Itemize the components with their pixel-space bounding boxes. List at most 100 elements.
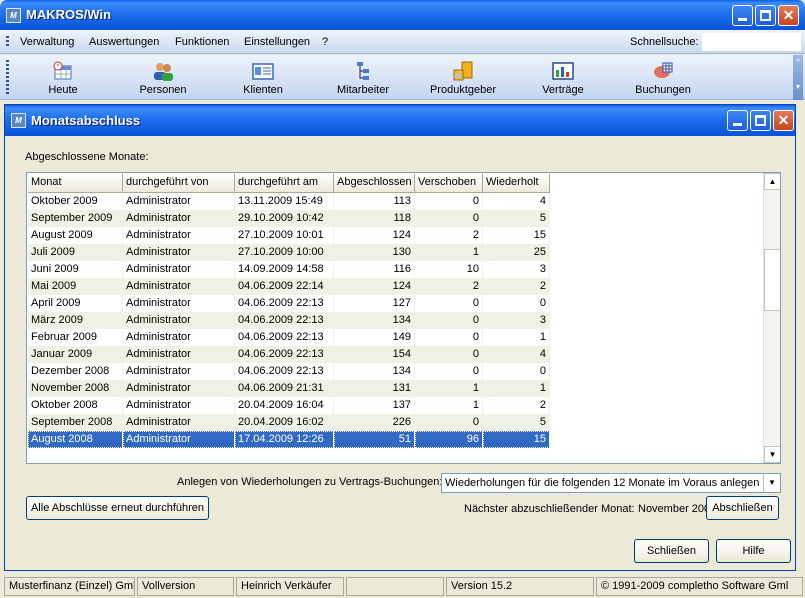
- table-row[interactable]: Juni 2009 Administrator 14.09.2009 14:58 11…: [28, 261, 550, 278]
- table-body: Oktober 2009 Administrator 13.11.2009 15:4…: [28, 193, 550, 448]
- toolbar-vertraege-button[interactable]: Verträge: [518, 57, 608, 97]
- people-icon: [154, 63, 173, 81]
- cell-durchgefuehrt-von: Administrator: [123, 278, 235, 295]
- minimize-button[interactable]: [732, 5, 753, 26]
- menu-auswertungen[interactable]: Auswertungen: [89, 36, 159, 48]
- table-row[interactable]: Oktober 2009 Administrator 13.11.2009 15:4…: [28, 193, 550, 210]
- cell-durchgefuehrt-von: Administrator: [123, 414, 235, 431]
- bar-chart-icon: [552, 62, 574, 80]
- contact-card-icon: [252, 63, 274, 80]
- schliessen-button[interactable]: Schließen: [634, 539, 709, 563]
- cell-abgeschlossen: 118: [334, 210, 415, 227]
- toolbar-overflow-button[interactable]: » ▾: [793, 55, 803, 100]
- table-row[interactable]: Dezember 2008 Administrator 04.06.2009 22:…: [28, 363, 550, 380]
- dialog-minimize-button[interactable]: [727, 110, 748, 131]
- toolbar-heute-button[interactable]: Heute: [18, 57, 108, 97]
- anlegen-wiederholungen-select[interactable]: Wiederholungen für die folgenden 12 Mona…: [441, 473, 781, 493]
- cell-abgeschlossen: 134: [334, 312, 415, 329]
- app-title-bar[interactable]: M MAKROS/Win ✕: [0, 0, 805, 30]
- cell-durchgefuehrt-am: 04.06.2009 22:13: [235, 363, 334, 380]
- scroll-down-arrow-icon[interactable]: ▼: [764, 446, 780, 463]
- cell-durchgefuehrt-von: Administrator: [123, 227, 235, 244]
- toolbar-heute-label: Heute: [48, 84, 78, 96]
- table-row[interactable]: März 2009 Administrator 04.06.2009 22:13 13…: [28, 312, 550, 329]
- table-row[interactable]: Mai 2009 Administrator 04.06.2009 22:14 124…: [28, 278, 550, 295]
- completed-months-table[interactable]: Monat durchgeführt von durchgeführt am A…: [26, 172, 781, 464]
- cell-durchgefuehrt-am: 13.11.2009 15:49: [235, 193, 334, 210]
- table-row[interactable]: Juli 2009 Administrator 27.10.2009 10:00 13…: [28, 244, 550, 261]
- toolbar-personen-button[interactable]: Personen: [118, 57, 208, 97]
- cell-abgeschlossen: 137: [334, 397, 415, 414]
- status-license: Vollversion: [137, 577, 234, 596]
- hilfe-button[interactable]: Hilfe: [716, 539, 791, 563]
- table-row[interactable]: Oktober 2008 Administrator 20.04.2009 16:0…: [28, 397, 550, 414]
- menu-funktionen[interactable]: Funktionen: [175, 36, 229, 48]
- scroll-up-arrow-icon[interactable]: ▲: [764, 173, 780, 190]
- dialog-title-bar[interactable]: M Monatsabschluss ✕: [5, 105, 795, 136]
- cell-durchgefuehrt-von: Administrator: [123, 380, 235, 397]
- completed-months-label: Abgeschlossene Monate:: [25, 151, 149, 163]
- status-copyright: © 1991-2009 completho Software Gml: [596, 577, 803, 596]
- cell-durchgefuehrt-von: Administrator: [123, 346, 235, 363]
- chevron-down-icon[interactable]: ▼: [763, 474, 780, 492]
- toolbar-grip[interactable]: [6, 60, 9, 94]
- menu-grip[interactable]: [6, 36, 9, 48]
- column-header-abgeschlossen[interactable]: Abgeschlossen: [334, 174, 415, 193]
- table-vertical-scrollbar[interactable]: ▲ ▼: [763, 173, 780, 463]
- column-header-durchgefuehrt-von[interactable]: durchgeführt von: [123, 174, 235, 193]
- toolbar-buchungen-button[interactable]: Buchungen: [618, 57, 708, 97]
- table-row[interactable]: April 2009 Administrator 04.06.2009 22:13 1…: [28, 295, 550, 312]
- menu-verwaltung[interactable]: Verwaltung: [20, 36, 74, 48]
- maximize-button[interactable]: [755, 5, 776, 26]
- table-row[interactable]: September 2008 Administrator 20.04.2009 16…: [28, 414, 550, 431]
- table-row[interactable]: August 2008 Administrator 17.04.2009 12:26…: [28, 431, 550, 448]
- toolbar-produktgeber-button[interactable]: Produktgeber: [418, 57, 508, 97]
- cell-monat: Mai 2009: [28, 278, 123, 295]
- column-header-monat[interactable]: Monat: [28, 174, 123, 193]
- quicksearch-input[interactable]: [702, 33, 801, 51]
- toolbar-klienten-button[interactable]: Klienten: [218, 57, 308, 97]
- close-window-button[interactable]: ✕: [778, 5, 799, 26]
- table-row[interactable]: September 2009 Administrator 29.10.2009 10…: [28, 210, 550, 227]
- menu-einstellungen[interactable]: Einstellungen: [244, 36, 310, 48]
- anlegen-wiederholungen-label: Anlegen von Wiederholungen zu Vertrags-B…: [177, 476, 443, 488]
- cell-durchgefuehrt-am: 27.10.2009 10:00: [235, 244, 334, 261]
- dialog-maximize-button[interactable]: [750, 110, 771, 131]
- status-version: Version 15.2: [446, 577, 594, 596]
- cell-abgeschlossen: 124: [334, 278, 415, 295]
- cell-wiederholt: 3: [483, 312, 550, 329]
- dialog-close-icon-button[interactable]: ✕: [773, 110, 794, 131]
- table-row[interactable]: August 2009 Administrator 27.10.2009 10:01…: [28, 227, 550, 244]
- cell-monat: März 2009: [28, 312, 123, 329]
- cell-verschoben: 0: [415, 193, 483, 210]
- org-chart-icon: [357, 62, 369, 80]
- table-row[interactable]: Februar 2009 Administrator 04.06.2009 22:1…: [28, 329, 550, 346]
- cell-wiederholt: 1: [483, 380, 550, 397]
- column-header-wiederholt[interactable]: Wiederholt: [483, 174, 550, 193]
- cell-durchgefuehrt-am: 20.04.2009 16:04: [235, 397, 334, 414]
- cell-abgeschlossen: 154: [334, 346, 415, 363]
- menu-help[interactable]: ?: [322, 36, 328, 48]
- cell-durchgefuehrt-am: 04.06.2009 22:13: [235, 346, 334, 363]
- abschliessen-button[interactable]: Abschließen: [706, 496, 779, 520]
- toolbar-mitarbeiter-button[interactable]: Mitarbeiter: [318, 57, 408, 97]
- menu-bar: Verwaltung Auswertungen Funktionen Einst…: [0, 30, 805, 54]
- cell-monat: Februar 2009: [28, 329, 123, 346]
- cell-wiederholt: 3: [483, 261, 550, 278]
- column-header-durchgefuehrt-am[interactable]: durchgeführt am: [235, 174, 334, 193]
- cell-wiederholt: 2: [483, 397, 550, 414]
- toolbar-mitarbeiter-label: Mitarbeiter: [337, 84, 389, 96]
- table-row[interactable]: Januar 2009 Administrator 04.06.2009 22:13…: [28, 346, 550, 363]
- cell-durchgefuehrt-von: Administrator: [123, 261, 235, 278]
- table-row[interactable]: November 2008 Administrator 04.06.2009 21:…: [28, 380, 550, 397]
- cell-abgeschlossen: 131: [334, 380, 415, 397]
- cell-monat: November 2008: [28, 380, 123, 397]
- column-header-verschoben[interactable]: Verschoben: [415, 174, 483, 193]
- cell-wiederholt: 1: [483, 329, 550, 346]
- dialog-title: Monatsabschluss: [31, 113, 141, 128]
- cell-wiederholt: 5: [483, 210, 550, 227]
- cell-durchgefuehrt-am: 17.04.2009 12:26: [235, 431, 334, 448]
- redo-all-closings-button[interactable]: Alle Abschlüsse erneut durchführen: [26, 496, 209, 520]
- scroll-thumb[interactable]: [764, 249, 780, 311]
- cell-durchgefuehrt-von: Administrator: [123, 295, 235, 312]
